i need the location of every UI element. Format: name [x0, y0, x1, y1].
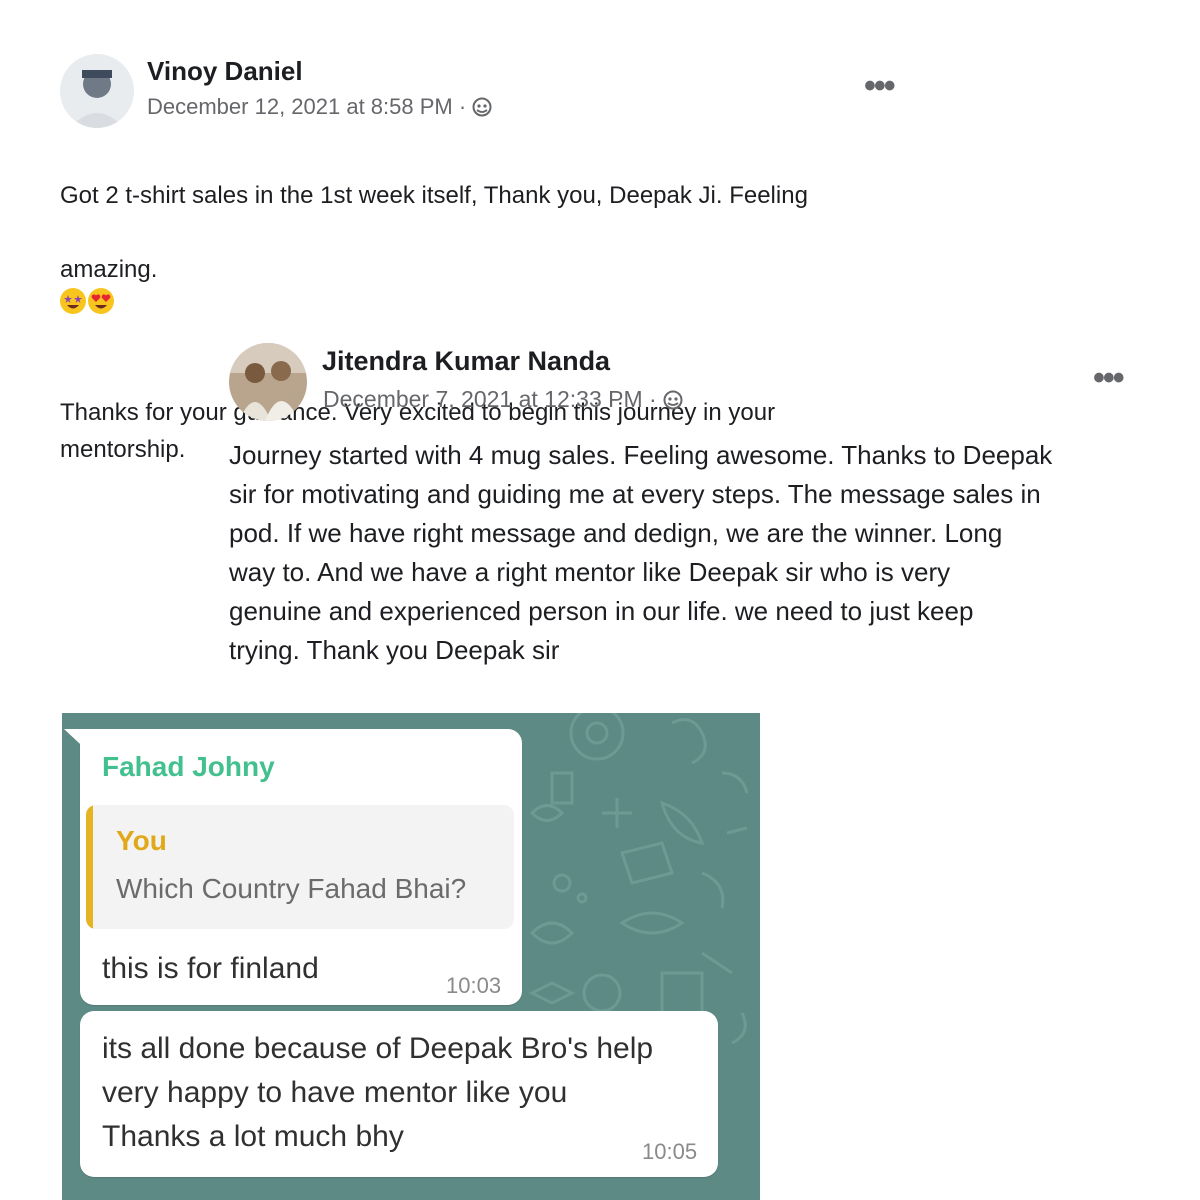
audience-icon [663, 390, 683, 409]
post-date-text: December 7, 2021 at 12:33 PM · [323, 386, 657, 412]
post-text: Journey started with 4 mug sales. Feelin… [229, 440, 1053, 665]
post-date[interactable]: December 12, 2021 at 8:58 PM · [147, 94, 492, 120]
post-text-line1: Got 2 t-shirt sales in the 1st week itse… [60, 182, 808, 209]
avatar[interactable] [229, 343, 307, 421]
post-text: Got 2 t-shirt sales in the 1st week itse… [60, 140, 960, 468]
message-time: 10:03 [446, 973, 502, 998]
post-date[interactable]: December 7, 2021 at 12:33 PM · [323, 386, 683, 413]
more-options-icon[interactable]: ••• [864, 69, 896, 103]
avatar[interactable] [60, 54, 134, 128]
quote-author: You [116, 825, 167, 856]
incoming-message[interactable]: its all done because of Deepak Bro's hel… [80, 1011, 718, 1177]
message-time: 10:05 [642, 1139, 698, 1164]
message-text: its all done because of Deepak Bro's hel… [102, 1032, 654, 1153]
chat-screenshot: Fahad Johny You Which Country Fahad Bhai… [62, 713, 760, 1200]
star-struck-emoji [60, 288, 86, 314]
post-date-text: December 12, 2021 at 8:58 PM · [147, 94, 467, 119]
quote-text: Which Country Fahad Bhai? [116, 873, 467, 904]
more-options-icon[interactable]: ••• [1093, 361, 1125, 395]
author-name[interactable]: Vinoy Daniel [147, 56, 303, 87]
sender-name[interactable]: Fahad Johny [102, 751, 275, 783]
author-name[interactable]: Jitendra Kumar Nanda [322, 346, 610, 377]
heart-eyes-emoji [88, 288, 114, 314]
quote-accent-bar [86, 805, 93, 929]
incoming-message[interactable]: Fahad Johny You Which Country Fahad Bhai… [80, 729, 522, 1005]
post-text-line2: amazing. [60, 256, 158, 283]
quoted-message[interactable]: You Which Country Fahad Bhai? [86, 805, 514, 929]
audience-icon [472, 97, 492, 117]
message-text: this is for finland [102, 952, 319, 985]
